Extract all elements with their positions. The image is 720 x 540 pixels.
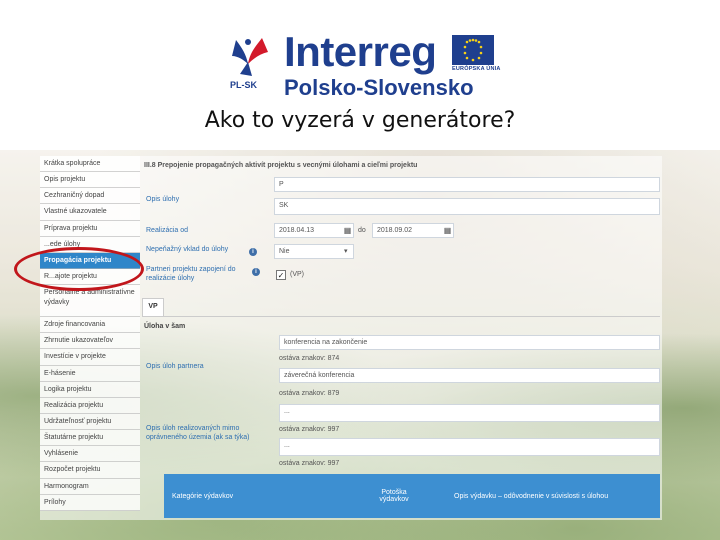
calendar-icon[interactable]: ▦ — [442, 225, 453, 236]
sidebar-item-kratka-spoluprace[interactable]: Krátka spolupráce — [40, 156, 140, 173]
logo-mark-label: PL-SK — [230, 80, 257, 90]
remaining-chars-4: ostáva znakov: 997 — [279, 460, 340, 467]
remaining-chars-3: ostáva znakov: 997 — [279, 426, 340, 433]
logo-subtitle: Polsko-Slovensko — [284, 75, 474, 100]
partner-vp-label: (VP) — [290, 271, 304, 278]
pl-sk-mark-icon: PL-SK — [222, 34, 274, 94]
sidebar-item-vlastne-ukazovatele[interactable]: Vlastné ukazovatele — [40, 204, 140, 221]
sidebar-item-vyhlasenie[interactable]: Vyhlásenie — [40, 446, 140, 463]
partner-vp-checkbox[interactable]: ✓ — [276, 270, 286, 280]
opis-ulohy-field[interactable]: SK — [274, 198, 660, 215]
sidebar-item-zdroje-financovania[interactable]: Zdroje financovania — [40, 317, 140, 334]
sidebar-item-logika-projektu[interactable]: Logika projektu — [40, 381, 140, 398]
remaining-chars-2: ostáva znakov: 879 — [279, 390, 340, 397]
do-label: do — [358, 227, 366, 234]
opis-ulohy-label: Opis úlohy — [146, 196, 180, 203]
sidebar-item-priprava-projektu[interactable]: Príprava projektu — [40, 220, 140, 237]
remaining-chars-1: ostáva znakov: 874 — [279, 355, 340, 362]
outside-task-text-2[interactable]: ... — [279, 438, 660, 456]
expense-table-header: Kategórie výdavkov Potoška výdavkov Opis… — [164, 474, 660, 518]
uloha-label: Úloha v šam — [144, 323, 186, 330]
sidebar-item-rozpocet[interactable]: Rozpočet projektu — [40, 462, 140, 479]
sidebar-item-prilohy[interactable]: Prílohy — [40, 494, 140, 511]
sidebar-item-e-hasenie[interactable]: E-hásenie — [40, 365, 140, 382]
sidebar-item-opis-projektu[interactable]: Opis projektu — [40, 172, 140, 189]
opis-partnera-label: Opis úloh partnera — [146, 363, 204, 370]
task-name-field[interactable]: P — [274, 177, 660, 192]
sidebar-item-cezhranicny-dopad[interactable]: Cezhraničný dopad — [40, 188, 140, 205]
vklad-select[interactable]: Nie — [274, 244, 354, 259]
sidebar-item-harmonogram[interactable]: Harmonogram — [40, 478, 140, 495]
section-title: III.8 Prepojenie propagačných aktivít pr… — [144, 162, 418, 169]
sidebar-nav: Krátka spolupráce Opis projektu Cezhrani… — [40, 156, 140, 518]
highlight-ellipse — [14, 247, 144, 291]
outside-task-text-1[interactable]: ... — [279, 404, 660, 422]
tab-divider — [142, 316, 660, 317]
sidebar-item-statutarne[interactable]: Štatutárne projektu — [40, 430, 140, 447]
vklad-label: Nepeňažný vklad do úlohy — [146, 246, 229, 253]
realizacia-label: Realizácia od — [146, 227, 189, 234]
col-header-potoska: Potoška výdavkov — [379, 489, 409, 503]
sidebar-item-investicie[interactable]: Investície v projekte — [40, 349, 140, 366]
info-icon[interactable]: i — [252, 268, 260, 276]
tab-vp[interactable]: VP — [142, 298, 164, 316]
partneri-label: Partneri projektu zapojení do realizácie… — [146, 266, 236, 282]
col-header-kategorie: Kategórie výdavkov — [172, 492, 234, 500]
eu-flag-icon — [452, 35, 494, 65]
opis-mimo-label: Opis úloh realizovaných mimo oprávneného… — [146, 425, 250, 441]
sidebar-item-zhrnutie-ukazovatelov[interactable]: Zhrnutie ukazovateľov — [40, 333, 140, 350]
info-icon[interactable]: i — [249, 248, 257, 256]
col-header-opis-vydavku: Opis výdavku – odôvodnenie v súvislosti … — [454, 492, 609, 500]
slide-title: Ako to vyzerá v generátore? — [204, 108, 516, 133]
sidebar-item-udrzatelnost[interactable]: Udržateľnosť projektu — [40, 413, 140, 431]
partner-task-text-2[interactable]: záverečná konferencia — [279, 368, 660, 383]
eu-label: EURÓPSKA ÚNIA — [452, 66, 501, 72]
calendar-icon[interactable]: ▦ — [342, 225, 353, 236]
logo-word: Interreg — [284, 28, 437, 75]
chevron-down-icon[interactable]: ▾ — [344, 247, 348, 255]
partner-task-text-1[interactable]: konferencia na zakončenie — [279, 335, 660, 350]
sidebar-item-realizacia-projektu[interactable]: Realizácia projektu — [40, 397, 140, 414]
